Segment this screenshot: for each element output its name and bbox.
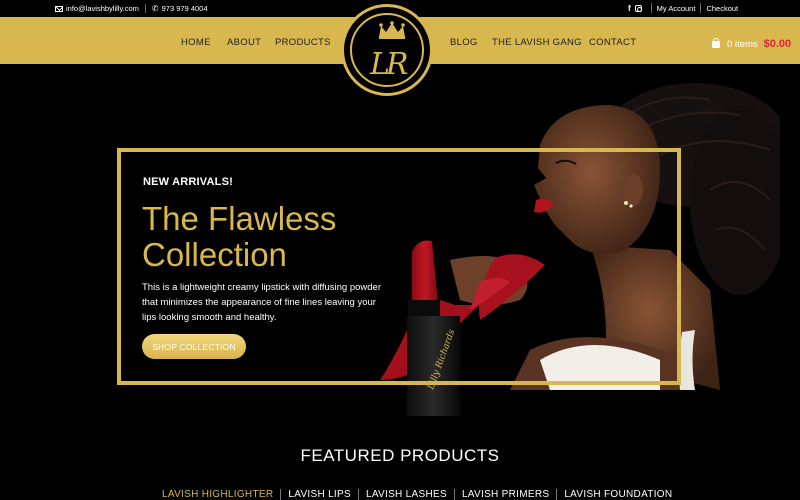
tab-lavish-lashes[interactable]: LAVISH LASHES bbox=[357, 489, 454, 500]
shop-collection-button[interactable]: SHOP COLLECTION bbox=[142, 334, 246, 359]
my-account-link[interactable]: My Account bbox=[657, 4, 696, 13]
instagram-icon[interactable] bbox=[634, 4, 642, 12]
cart-item-count: 0 items bbox=[727, 38, 758, 50]
tab-lavish-lips[interactable]: LAVISH LIPS bbox=[280, 489, 358, 500]
crown-icon bbox=[379, 21, 405, 39]
facebook-icon[interactable]: f bbox=[628, 4, 631, 13]
tab-lavish-foundation[interactable]: LAVISH FOUNDATION bbox=[556, 489, 679, 500]
checkout-link[interactable]: Checkout bbox=[706, 4, 738, 13]
contact-info: info@lavishbylilly.com ✆ 973 979 4004 bbox=[55, 4, 208, 13]
divider bbox=[144, 4, 146, 13]
nav-contact[interactable]: CONTACT bbox=[589, 37, 636, 48]
mail-icon bbox=[55, 5, 63, 12]
account-links: f My Account Checkout bbox=[628, 3, 738, 13]
phone-link[interactable]: 973 979 4004 bbox=[162, 4, 208, 13]
featured-products-heading: FEATURED PRODUCTS bbox=[300, 446, 500, 465]
hero-title: The Flawless Collection bbox=[142, 200, 337, 273]
email-link[interactable]: info@lavishbylilly.com bbox=[66, 4, 139, 13]
hero-eyebrow: NEW ARRIVALS! bbox=[143, 176, 233, 188]
featured-product-tabs: LAVISH HIGHLIGHTER LAVISH LIPS LAVISH LA… bbox=[162, 489, 679, 500]
nav-home[interactable]: HOME bbox=[181, 37, 211, 48]
cart-link[interactable]: 0 items $0.00 bbox=[712, 37, 792, 50]
nav-products[interactable]: PRODUCTS bbox=[275, 37, 331, 48]
tab-lavish-highlighter[interactable]: LAVISH HIGHLIGHTER bbox=[162, 489, 280, 500]
phone-icon: ✆ bbox=[151, 3, 159, 13]
divider bbox=[650, 3, 652, 13]
tab-lavish-primers[interactable]: LAVISH PRIMERS bbox=[453, 489, 556, 500]
shopping-bag-icon bbox=[712, 37, 720, 48]
nav-the-lavish-gang[interactable]: THE LAVISH GANG bbox=[492, 37, 582, 48]
divider bbox=[700, 3, 702, 13]
nav-about[interactable]: ABOUT bbox=[227, 37, 261, 48]
nav-blog[interactable]: BLOG bbox=[450, 37, 478, 48]
hero-description: This is a lightweight creamy lipstick wi… bbox=[142, 282, 382, 323]
cart-total: $0.00 bbox=[763, 38, 792, 50]
